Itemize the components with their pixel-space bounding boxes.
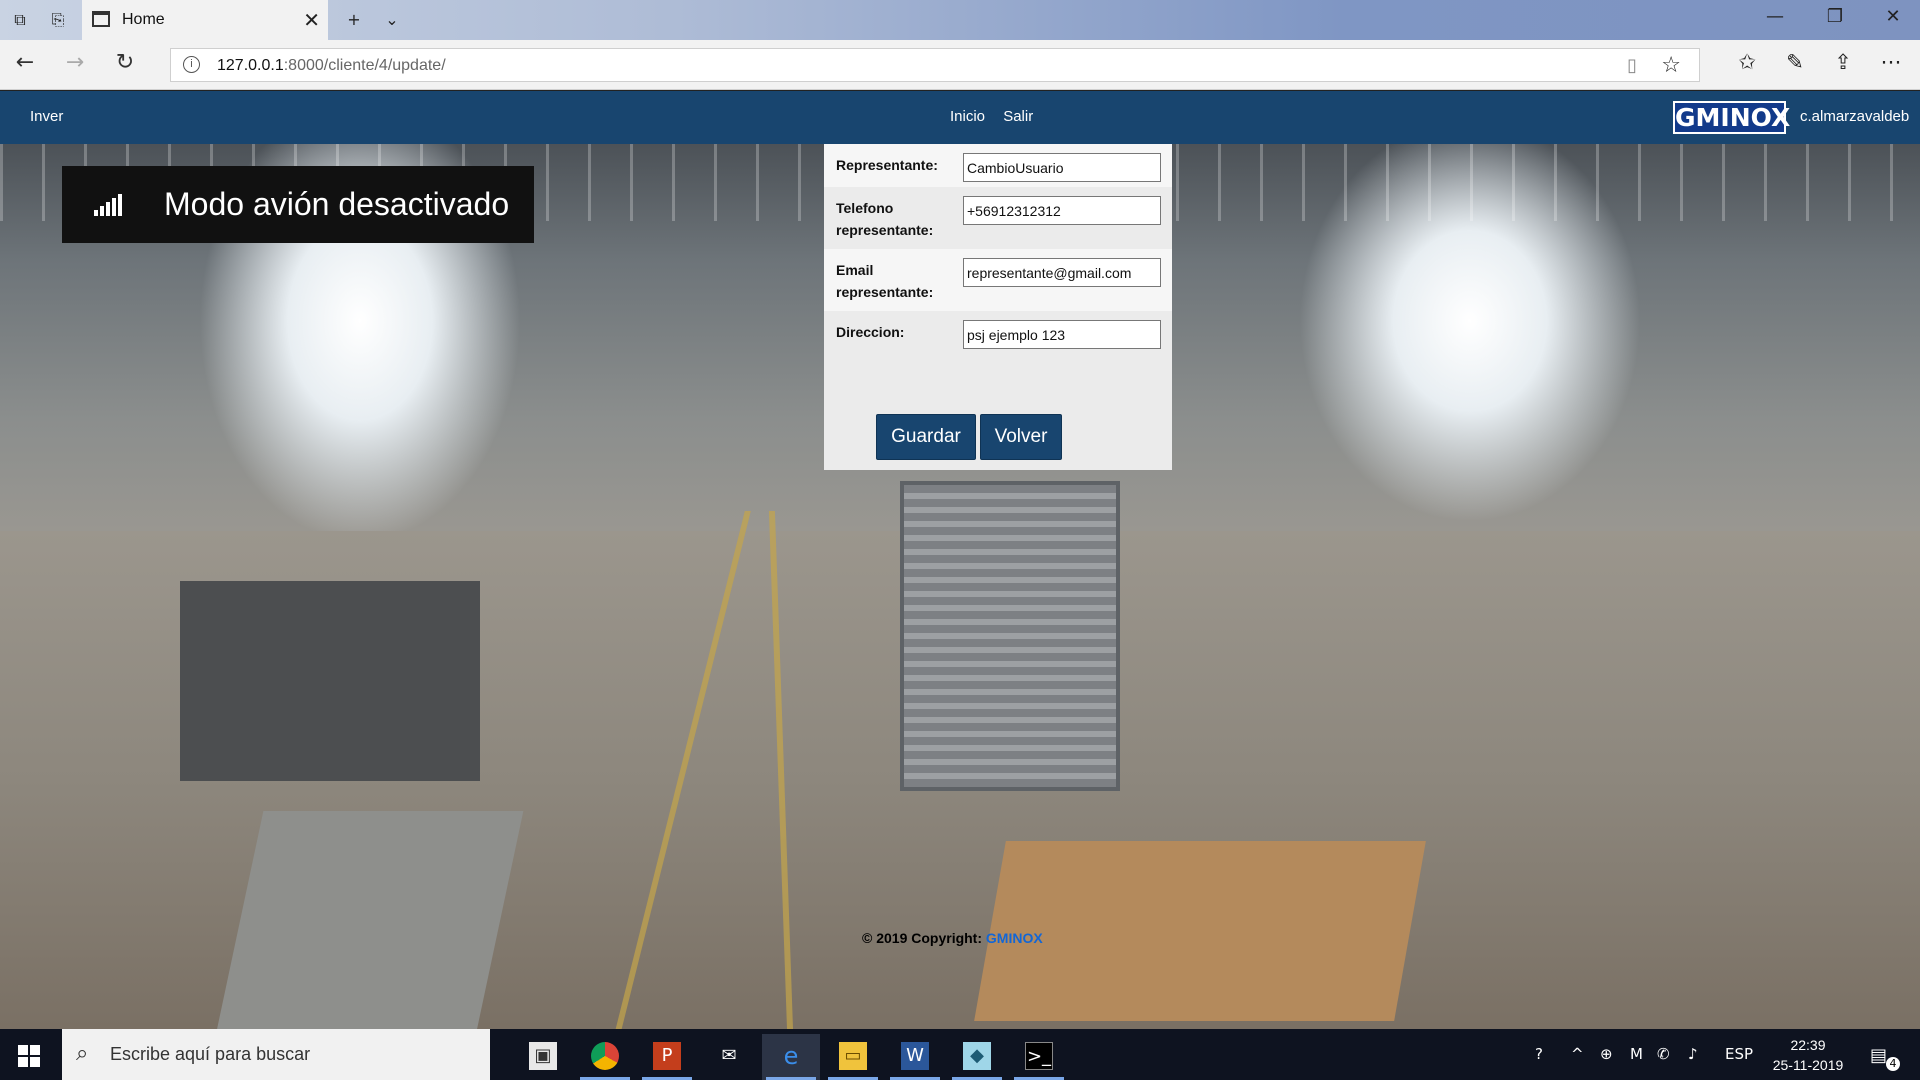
input-representante[interactable] [963, 153, 1161, 182]
language-indicator[interactable]: ESP [1725, 1045, 1753, 1063]
label-direccion: Direccion: [836, 324, 905, 340]
airplane-mode-toast: Modo avión desactivado [62, 166, 534, 243]
background-shelf [216, 811, 524, 1029]
windows-taskbar: ⌕ Escribe aquí para buscar ▣ P ✉ e ▭ W ◆… [0, 1029, 1920, 1080]
back-icon[interactable]: ← [10, 50, 40, 75]
favorites-icon[interactable]: ✩ [1732, 50, 1762, 74]
input-email[interactable] [963, 258, 1161, 287]
url-text: 127.0.0.1:8000/cliente/4/update/ [217, 57, 446, 75]
share-icon[interactable]: ⇪ [1828, 50, 1858, 74]
input-telefono[interactable] [963, 196, 1161, 225]
site-info-icon[interactable]: i [183, 56, 200, 73]
show-hidden-icons-chevron-icon[interactable]: ^ [1571, 1045, 1584, 1063]
form-row-direccion: Direccion: [824, 311, 1172, 358]
notifications-icon[interactable]: ▤ [1870, 1045, 1887, 1066]
form-row-representante: Representante: [824, 144, 1172, 187]
close-tab-icon[interactable]: ✕ [303, 8, 320, 32]
save-button[interactable]: Guardar [876, 414, 976, 460]
gminox-logo: GMINOX [1673, 101, 1791, 134]
url-host: 127.0.0.1 [217, 57, 284, 74]
clock[interactable]: 22:39 25-11-2019 [1763, 1035, 1853, 1075]
powerpoint-app-icon[interactable]: P [638, 1034, 696, 1080]
nav-link-salir[interactable]: Salir [1003, 108, 1033, 125]
label-representante: Representante: [836, 157, 938, 173]
favorite-star-icon[interactable]: ☆ [1661, 53, 1681, 78]
background-cage [900, 481, 1120, 791]
navbar-links: Inicio Salir [950, 108, 1047, 125]
background-machine [180, 581, 480, 781]
browser-tab-bar: ⧉ ⎘ Home ✕ + ⌄ — ❐ ✕ [0, 0, 1920, 40]
browser-tab[interactable]: Home ✕ [82, 0, 328, 40]
network-globe-icon[interactable]: ⊕ [1600, 1045, 1613, 1063]
close-window-icon[interactable]: ✕ [1873, 6, 1913, 27]
copyright-text: © 2019 Copyright: [862, 930, 986, 946]
address-bar[interactable]: i 127.0.0.1:8000/cliente/4/update/ ▯ ☆ [170, 48, 1700, 82]
update-client-form: Representante: Telefono representante: E… [824, 144, 1172, 470]
edge-app-icon[interactable]: e [762, 1034, 820, 1080]
windows-start-icon[interactable] [18, 1045, 40, 1067]
mail-app-icon[interactable]: ✉ [700, 1034, 758, 1080]
store-app-icon[interactable]: ▣ [514, 1034, 572, 1080]
word-app-icon[interactable]: W [886, 1034, 944, 1080]
file-explorer-app-icon[interactable]: ▭ [824, 1034, 882, 1080]
reading-view-icon[interactable]: ▯ [1627, 55, 1637, 76]
username[interactable]: c.almarzavaldeb [1800, 108, 1909, 125]
more-icon[interactable]: ⋯ [1876, 50, 1906, 74]
minimize-icon[interactable]: — [1755, 6, 1795, 27]
web-page: Inver Inicio Salir GMINOX c.almarzavalde… [0, 91, 1920, 1029]
help-icon[interactable]: ? [1535, 1045, 1543, 1063]
clock-time: 22:39 [1790, 1037, 1826, 1053]
tab-list-chevron-icon[interactable]: ⌄ [380, 8, 404, 32]
forward-icon[interactable]: → [60, 50, 90, 75]
refresh-icon[interactable]: ↻ [110, 50, 140, 75]
chrome-app-icon[interactable] [576, 1034, 634, 1080]
url-path: :8000/cliente/4/update/ [283, 57, 446, 74]
navbar-brand[interactable]: Inver [30, 108, 63, 125]
back-button[interactable]: Volver [980, 414, 1062, 460]
app-m-icon[interactable]: M [1630, 1045, 1643, 1063]
notification-count-badge: 4 [1886, 1057, 1900, 1071]
terminal-app-icon[interactable]: >_ [1010, 1034, 1068, 1080]
label-email: Email representante: [836, 262, 934, 300]
copyright-footer: © 2019 Copyright: GMINOX [862, 930, 1043, 946]
tabs-aside-icon[interactable]: ⎘ [46, 8, 70, 32]
search-icon: ⌕ [76, 1041, 89, 1066]
site-navbar: Inver Inicio Salir GMINOX c.almarzavalde… [0, 91, 1920, 144]
input-direccion[interactable] [963, 320, 1161, 349]
ime-icon[interactable]: ✆ [1657, 1045, 1670, 1063]
address-toolbar: ← → ↻ i 127.0.0.1:8000/cliente/4/update/… [0, 40, 1920, 90]
shape-app-icon[interactable]: ◆ [948, 1034, 1006, 1080]
search-placeholder: Escribe aquí para buscar [110, 1044, 311, 1064]
new-tab-icon[interactable]: + [342, 8, 366, 32]
taskbar-search-box[interactable]: ⌕ Escribe aquí para buscar [62, 1029, 490, 1080]
label-telefono: Telefono representante: [836, 200, 934, 238]
notes-pen-icon[interactable]: ✎ [1780, 50, 1810, 74]
volume-icon[interactable]: ♪ [1688, 1045, 1698, 1063]
form-row-email: Email representante: [824, 249, 1172, 311]
page-icon [92, 11, 110, 27]
clock-date: 25-11-2019 [1772, 1057, 1844, 1073]
toast-message: Modo avión desactivado [164, 186, 510, 222]
signal-strength-icon [94, 194, 126, 216]
copyright-brand-link[interactable]: GMINOX [986, 930, 1043, 946]
tab-title: Home [122, 11, 165, 28]
restore-icon[interactable]: ❐ [1815, 6, 1855, 27]
form-row-telefono: Telefono representante: [824, 187, 1172, 249]
nav-link-inicio[interactable]: Inicio [950, 108, 985, 125]
set-aside-tabs-icon[interactable]: ⧉ [8, 8, 32, 32]
